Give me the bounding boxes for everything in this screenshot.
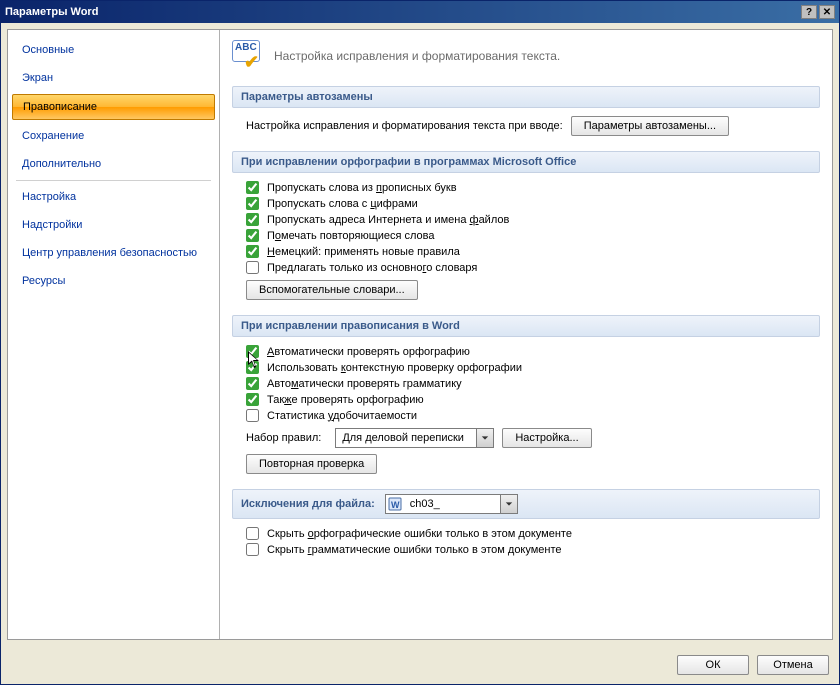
content-subtitle: Настройка исправления и форматирования т…: [274, 49, 560, 63]
sidebar-item-addins[interactable]: Надстройки: [12, 213, 215, 237]
help-button[interactable]: ?: [801, 5, 817, 19]
sidebar-item-display[interactable]: Экран: [12, 66, 215, 90]
office-spelling-option-row[interactable]: Пропускать адреса Интернета и имена файл…: [246, 213, 812, 226]
section-body-exceptions: Скрыть орфографические ошибки только в э…: [232, 527, 820, 571]
word-spelling-option-label: Автоматически проверять грамматику: [267, 378, 462, 390]
cancel-button[interactable]: Отмена: [757, 655, 829, 675]
office-spelling-option-label: Предлагать только из основного словаря: [267, 262, 477, 274]
exceptions-option-checkbox[interactable]: [246, 527, 259, 540]
close-button[interactable]: ✕: [819, 5, 835, 19]
chevron-down-icon: [476, 429, 493, 447]
grammar-settings-button[interactable]: Настройка...: [502, 428, 591, 448]
sidebar-item-trust-center[interactable]: Центр управления безопасностью: [12, 241, 215, 265]
autocorrect-options-button[interactable]: Параметры автозамены...: [571, 116, 729, 136]
section-header-exceptions: Исключения для файла: W ch03_: [232, 489, 820, 519]
recheck-button[interactable]: Повторная проверка: [246, 454, 377, 474]
word-spelling-option-checkbox[interactable]: [246, 409, 259, 422]
word-spelling-option-checkbox[interactable]: [246, 345, 259, 358]
autocorrect-desc: Настройка исправления и форматирования т…: [246, 120, 563, 132]
word-spelling-option-row[interactable]: Использовать контекстную проверку орфогр…: [246, 361, 812, 374]
office-spelling-option-row[interactable]: Пропускать слова с цифрами: [246, 197, 812, 210]
sidebar-item-proofing[interactable]: Правописание: [12, 94, 215, 120]
word-spelling-option-label: Использовать контекстную проверку орфогр…: [267, 362, 522, 374]
office-spelling-option-label: Пропускать слова с цифрами: [267, 198, 418, 210]
sidebar-item-advanced[interactable]: Дополнительно: [12, 152, 215, 176]
section-body-word-spelling: Автоматически проверять орфографию Исполь…: [232, 345, 820, 489]
exceptions-option-label: Скрыть грамматические ошибки только в эт…: [267, 544, 562, 556]
office-spelling-option-checkbox[interactable]: [246, 229, 259, 242]
word-spelling-option-row[interactable]: Также проверять орфографию: [246, 393, 812, 406]
ruleset-dropdown[interactable]: Для деловой переписки: [335, 428, 494, 448]
word-spelling-option-checkbox[interactable]: [246, 361, 259, 374]
office-spelling-option-row[interactable]: Помечать повторяющиеся слова: [246, 229, 812, 242]
section-header-word-spelling: При исправлении правописания в Word: [232, 315, 820, 337]
sidebar-item-resources[interactable]: Ресурсы: [12, 269, 215, 293]
ruleset-label: Набор правил:: [246, 432, 321, 444]
exceptions-file-dropdown[interactable]: W ch03_: [385, 494, 518, 514]
sidebar-item-customize[interactable]: Настройка: [12, 185, 215, 209]
svg-text:W: W: [391, 500, 400, 510]
content-panel: ABC ✔ Настройка исправления и форматиров…: [220, 30, 832, 639]
sidebar-item-general[interactable]: Основные: [12, 38, 215, 62]
office-spelling-option-checkbox[interactable]: [246, 197, 259, 210]
sidebar-item-save[interactable]: Сохранение: [12, 124, 215, 148]
office-spelling-option-label: Пропускать адреса Интернета и имена файл…: [267, 214, 509, 226]
exceptions-label: Исключения для файла:: [241, 498, 375, 510]
chevron-down-icon: [500, 495, 517, 513]
word-spelling-option-row[interactable]: Статистика удобочитаемости: [246, 409, 812, 422]
custom-dictionaries-button[interactable]: Вспомогательные словари...: [246, 280, 418, 300]
dialog-window: Параметры Word ? ✕ Основные Экран Правоп…: [0, 0, 840, 685]
window-title: Параметры Word: [5, 6, 799, 18]
office-spelling-option-label: Пропускать слова из прописных букв: [267, 182, 457, 194]
word-doc-icon: W: [386, 497, 404, 511]
office-spelling-option-row[interactable]: Пропускать слова из прописных букв: [246, 181, 812, 194]
word-spelling-option-row[interactable]: Автоматически проверять грамматику: [246, 377, 812, 390]
section-body-office-spelling: Пропускать слова из прописных букв Пропус…: [232, 181, 820, 315]
word-spelling-option-label: Также проверять орфографию: [267, 394, 424, 406]
word-spelling-option-checkbox[interactable]: [246, 377, 259, 390]
office-spelling-option-checkbox[interactable]: [246, 213, 259, 226]
dialog-footer: ОК Отмена: [1, 646, 839, 684]
office-spelling-option-row[interactable]: Предлагать только из основного словаря: [246, 261, 812, 274]
title-bar: Параметры Word ? ✕: [1, 1, 839, 23]
sidebar-separator: [16, 180, 211, 181]
word-spelling-option-label: Статистика удобочитаемости: [267, 410, 417, 422]
section-body-autocorrect: Настройка исправления и форматирования т…: [232, 116, 820, 151]
section-header-autocorrect: Параметры автозамены: [232, 86, 820, 108]
exceptions-option-checkbox[interactable]: [246, 543, 259, 556]
exceptions-option-row[interactable]: Скрыть грамматические ошибки только в эт…: [246, 543, 812, 556]
exceptions-option-row[interactable]: Скрыть орфографические ошибки только в э…: [246, 527, 812, 540]
office-spelling-option-label: Немецкий: применять новые правила: [267, 246, 460, 258]
sidebar: Основные Экран Правописание Сохранение Д…: [8, 30, 220, 639]
word-spelling-option-checkbox[interactable]: [246, 393, 259, 406]
office-spelling-option-checkbox[interactable]: [246, 181, 259, 194]
section-header-office-spelling: При исправлении орфографии в программах …: [232, 151, 820, 173]
word-spelling-option-row[interactable]: Автоматически проверять орфографию: [246, 345, 812, 358]
dialog-body: Основные Экран Правописание Сохранение Д…: [7, 29, 833, 640]
proofing-icon: ABC ✔: [232, 40, 264, 72]
word-spelling-option-label: Автоматически проверять орфографию: [267, 346, 470, 358]
office-spelling-option-label: Помечать повторяющиеся слова: [267, 230, 435, 242]
office-spelling-option-checkbox[interactable]: [246, 245, 259, 258]
ok-button[interactable]: ОК: [677, 655, 749, 675]
office-spelling-option-row[interactable]: Немецкий: применять новые правила: [246, 245, 812, 258]
office-spelling-option-checkbox[interactable]: [246, 261, 259, 274]
content-header: ABC ✔ Настройка исправления и форматиров…: [232, 40, 820, 72]
exceptions-option-label: Скрыть орфографические ошибки только в э…: [267, 528, 572, 540]
